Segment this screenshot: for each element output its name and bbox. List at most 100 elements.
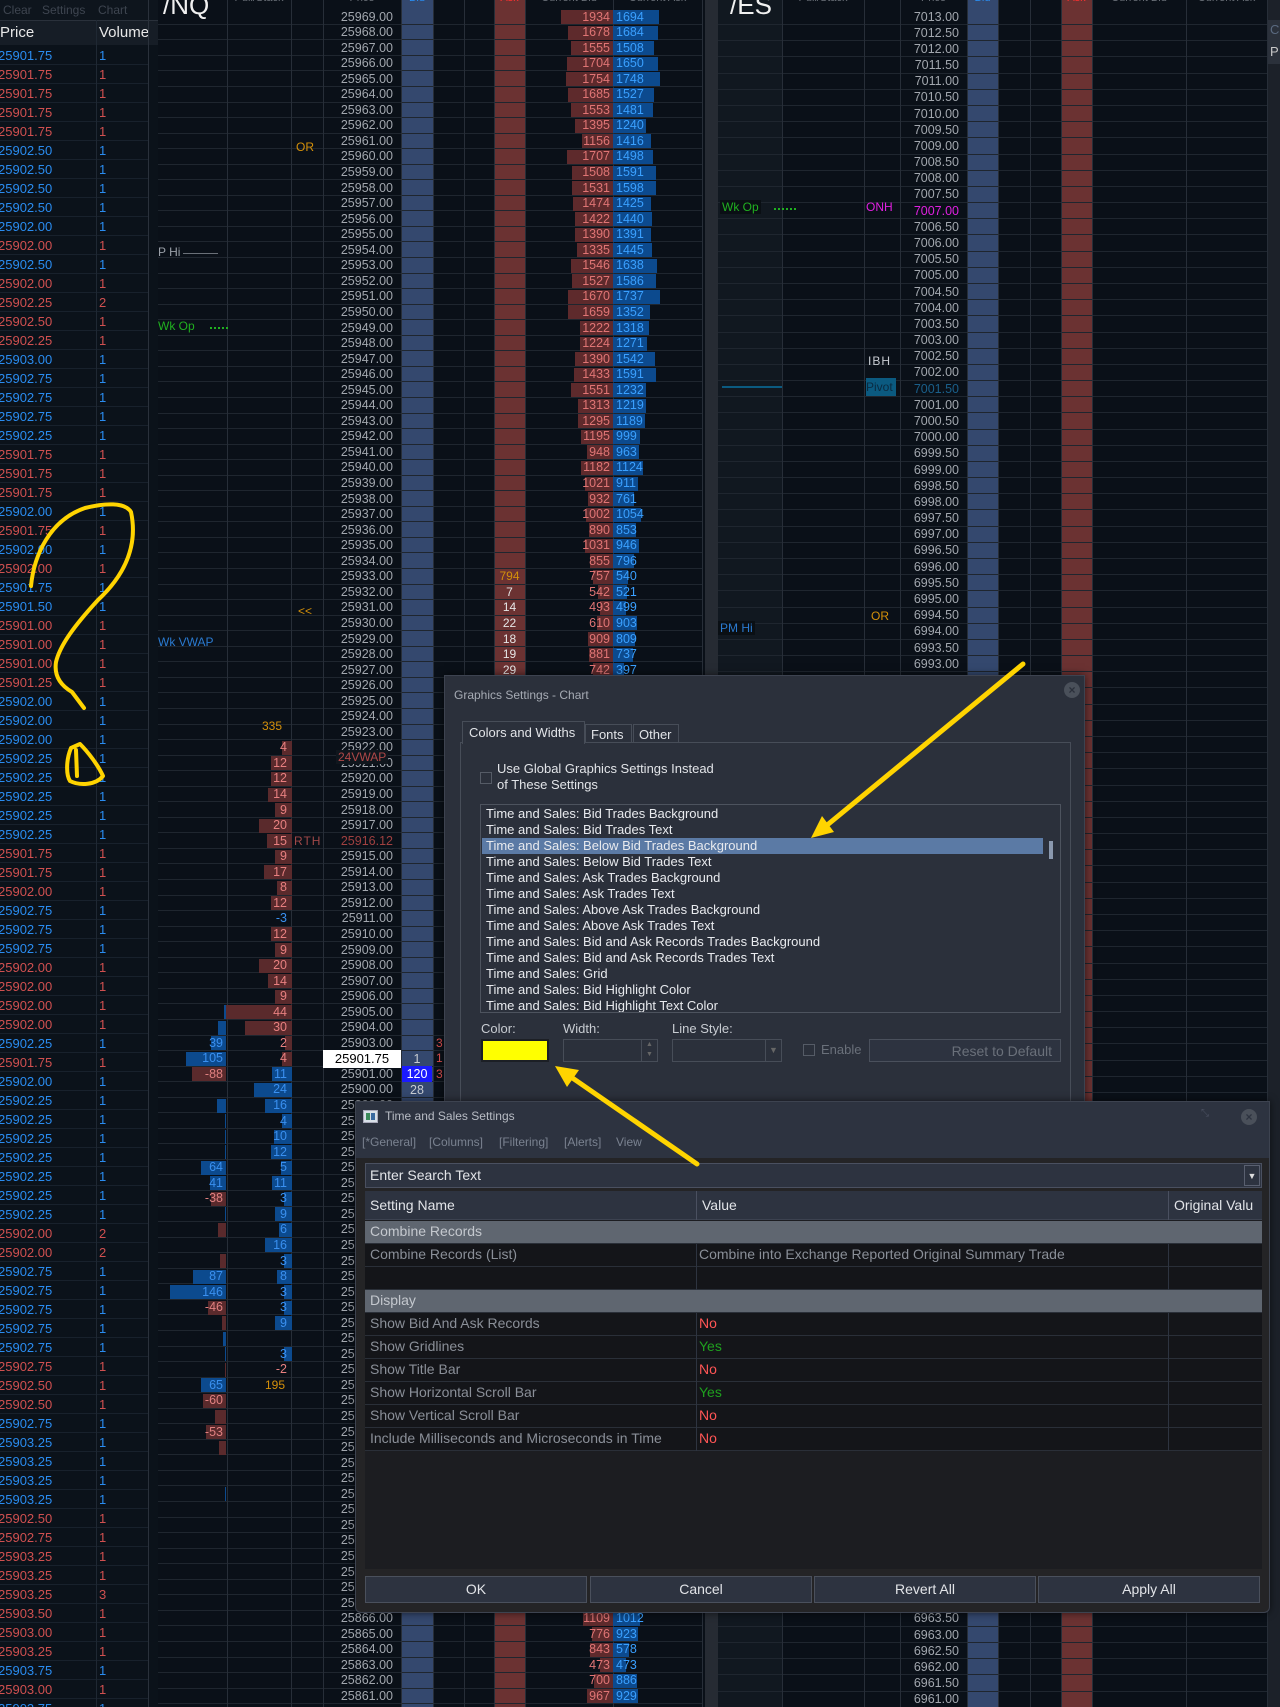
resize-icon[interactable]: ⤡ [1201, 1108, 1209, 1119]
ladder-price[interactable]: 25948.00 [323, 336, 393, 351]
ladder-price[interactable]: 6995.00 [900, 592, 959, 607]
column-header[interactable]: Current Bid [1092, 0, 1186, 4]
ladder-price[interactable]: 25958.00 [323, 181, 393, 196]
ts-row[interactable]: 25902.00 1 [0, 882, 148, 901]
ladder-price[interactable]: 25930.00 [323, 616, 393, 631]
ladder-price[interactable]: 25903.00 [323, 1036, 393, 1051]
ladder-price[interactable]: 25932.00 [323, 585, 393, 600]
ladder-price[interactable]: 25967.00 [323, 41, 393, 56]
ladder-price[interactable]: 25935.00 [323, 538, 393, 553]
ts-row[interactable]: 25901.00 1 [0, 654, 148, 673]
ladder-price[interactable]: 25937.00 [323, 507, 393, 522]
ladder-price[interactable]: 25946.00 [323, 367, 393, 382]
ts-row[interactable]: 25902.75 1 [0, 369, 148, 388]
ladder-price[interactable]: 7001.00 [900, 398, 959, 413]
ts-row[interactable]: 25902.75 1 [0, 388, 148, 407]
graphics-list-item[interactable]: Time and Sales: Bid and Ask Records Trad… [482, 950, 1057, 966]
setting-value[interactable]: Yes [699, 1384, 722, 1400]
setting-value[interactable]: No [699, 1361, 717, 1377]
ladder-price[interactable]: 6963.50 [900, 1611, 959, 1626]
ladder-price[interactable]: 7005.00 [900, 268, 959, 283]
column-header[interactable]: Bid [401, 0, 433, 4]
menu-clear[interactable]: Clear [3, 3, 32, 17]
ladder-price[interactable]: 25950.00 [323, 305, 393, 320]
ladder-price[interactable]: 25861.00 [323, 1689, 393, 1704]
graphics-list-item[interactable]: Time and Sales: Above Ask Trades Backgro… [482, 902, 1057, 918]
ladder-price[interactable]: 25931.00 [323, 600, 393, 615]
ts-row[interactable]: 25902.00 1 [0, 730, 148, 749]
ladder-price[interactable]: 7009.00 [900, 139, 959, 154]
ts-row[interactable]: 25902.75 1 [0, 1319, 148, 1338]
ladder-price[interactable]: 7002.00 [900, 365, 959, 380]
ladder-price[interactable]: 25968.00 [323, 25, 393, 40]
tab-other[interactable]: Other [633, 724, 679, 743]
ladder-price[interactable]: 6999.00 [900, 463, 959, 478]
ladder-price[interactable]: 7007.00 [900, 204, 959, 219]
ladder-price[interactable]: 25939.00 [323, 476, 393, 491]
ladder-price[interactable]: 7004.00 [900, 301, 959, 316]
column-header[interactable]: Ask [494, 0, 525, 4]
ts-row[interactable]: 25902.00 1 [0, 1072, 148, 1091]
ladder-price[interactable]: 25863.00 [323, 1658, 393, 1673]
graphics-list-item[interactable]: Time and Sales: Ask Trades Text [482, 886, 1057, 902]
ts-row[interactable]: 25902.75 1 [0, 1357, 148, 1376]
ladder-price[interactable]: 25954.00 [323, 243, 393, 258]
ts-row[interactable]: 25901.75 1 [0, 863, 148, 882]
ladder-price[interactable]: 7010.00 [900, 107, 959, 122]
settings-row[interactable]: Show Vertical Scroll Bar No [365, 1405, 1262, 1428]
ts-row[interactable]: 25902.00 1 [0, 692, 148, 711]
ladder-price[interactable]: 25864.00 [323, 1642, 393, 1657]
setting-value[interactable]: No [699, 1407, 717, 1423]
ladder-price[interactable]: 25952.00 [323, 274, 393, 289]
ts-row[interactable]: 25901.75 1 [0, 103, 148, 122]
ts-row[interactable]: 25902.25 1 [0, 1205, 148, 1224]
ladder-price[interactable]: 25901.00 [323, 1067, 393, 1082]
ts-row[interactable]: 25902.00 1 [0, 977, 148, 996]
ts-row[interactable]: 25902.75 1 [0, 901, 148, 920]
ts-row[interactable]: 25902.75 1 [0, 939, 148, 958]
ts-row[interactable]: 25902.75 1 [0, 1281, 148, 1300]
ladder-price[interactable]: 25912.00 [323, 896, 393, 911]
ladder-price[interactable]: 6998.50 [900, 479, 959, 494]
settings-row[interactable]: Show Horizontal Scroll Bar Yes [365, 1382, 1262, 1405]
ts-row[interactable]: 25901.00 1 [0, 635, 148, 654]
ladder-price[interactable]: 6961.50 [900, 1676, 959, 1691]
ladder-price[interactable]: 25941.00 [323, 445, 393, 460]
ts-row[interactable]: 25902.75 1 [0, 920, 148, 939]
ts-row[interactable]: 25901.75 1 [0, 122, 148, 141]
ladder-price[interactable]: 25945.00 [323, 383, 393, 398]
ok-button[interactable]: OK [365, 1576, 587, 1603]
ts-row[interactable]: 25902.25 1 [0, 1110, 148, 1129]
ladder-price[interactable]: 25916.12 [323, 834, 393, 849]
ts-row[interactable]: 25902.00 1 [0, 274, 148, 293]
ladder-price[interactable]: 25928.00 [323, 647, 393, 662]
ladder-price[interactable]: 7003.50 [900, 317, 959, 332]
ladder-price[interactable]: 25959.00 [323, 165, 393, 180]
ladder-price[interactable]: 25953.00 [323, 258, 393, 273]
ts-row[interactable]: 25902.75 1 [0, 1528, 148, 1547]
ts-row[interactable]: 25902.50 1 [0, 179, 148, 198]
ladder-price[interactable]: 7004.50 [900, 285, 959, 300]
ladder-price[interactable]: 25913.00 [323, 880, 393, 895]
width-spinner[interactable]: ▲ ▼ [563, 1039, 658, 1062]
ts-row[interactable]: 25902.25 1 [0, 768, 148, 787]
ts-row[interactable]: 25902.50 1 [0, 255, 148, 274]
ts-row[interactable]: 25902.25 1 [0, 426, 148, 445]
ladder-price[interactable]: 25944.00 [323, 398, 393, 413]
ladder-price[interactable]: 7009.50 [900, 123, 959, 138]
ts-row[interactable]: 25902.50 1 [0, 198, 148, 217]
ts-row[interactable]: 25902.00 1 [0, 559, 148, 578]
ladder-price[interactable]: 7008.00 [900, 171, 959, 186]
dialog-menu-item[interactable]: [*General] [362, 1135, 416, 1149]
ts-row[interactable]: 25902.25 1 [0, 1034, 148, 1053]
ladder-price[interactable]: 6962.50 [900, 1644, 959, 1659]
ts-row[interactable]: 25901.75 1 [0, 521, 148, 540]
ladder-price[interactable]: 25966.00 [323, 56, 393, 71]
ladder-price[interactable]: 25909.00 [323, 943, 393, 958]
ts-row[interactable]: 25903.00 1 [0, 1680, 148, 1699]
settings-row[interactable]: Show Title Bar No [365, 1359, 1262, 1382]
ts-row[interactable]: 25902.50 1 [0, 1395, 148, 1414]
graphics-list-item[interactable]: Time and Sales: Bid and Ask Records Trad… [482, 934, 1057, 950]
dialog-menu-item[interactable]: [Alerts] [564, 1135, 601, 1149]
ts-row[interactable]: 25901.25 1 [0, 673, 148, 692]
